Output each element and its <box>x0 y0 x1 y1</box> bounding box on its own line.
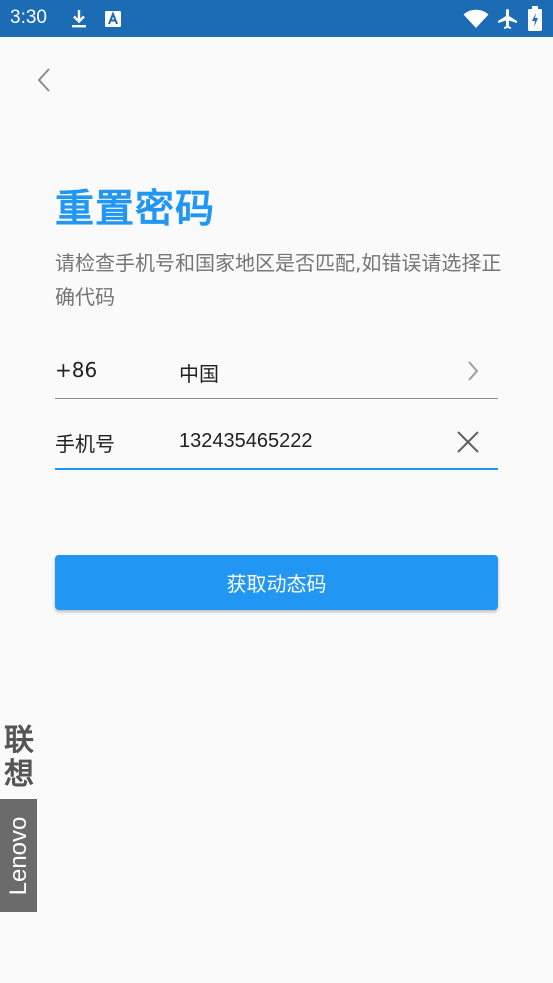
page-title: 重置密码 <box>55 187 216 232</box>
region-selector[interactable]: +86 中国 <box>55 346 498 399</box>
battery-icon <box>528 6 542 31</box>
chevron-right-icon <box>468 361 479 381</box>
phone-row: 手机号 <box>55 416 498 470</box>
chevron-left-icon <box>37 68 50 92</box>
back-button[interactable] <box>24 60 64 100</box>
country-name: 中国 <box>179 362 219 386</box>
status-bar: 3:30 <box>0 0 553 37</box>
status-time: 3:30 <box>10 7 47 28</box>
a-badge-icon <box>105 11 121 27</box>
close-icon[interactable] <box>456 430 480 454</box>
phone-input[interactable] <box>177 424 441 458</box>
country-code: +86 <box>55 358 98 382</box>
lenovo-english-text: Lenovo <box>4 816 32 895</box>
wifi-icon <box>463 9 489 28</box>
lenovo-badge: Lenovo <box>0 799 37 912</box>
download-icon <box>72 10 86 28</box>
get-code-button[interactable]: 获取动态码 <box>55 555 498 610</box>
page-subtitle: 请检查手机号和国家地区是否匹配,如错误请选择正确代码 <box>55 251 502 309</box>
airplane-icon <box>498 9 517 29</box>
lenovo-logo: 联想 Lenovo <box>0 724 37 912</box>
phone-label: 手机号 <box>55 432 115 456</box>
lenovo-chinese-text: 联想 <box>4 723 34 792</box>
